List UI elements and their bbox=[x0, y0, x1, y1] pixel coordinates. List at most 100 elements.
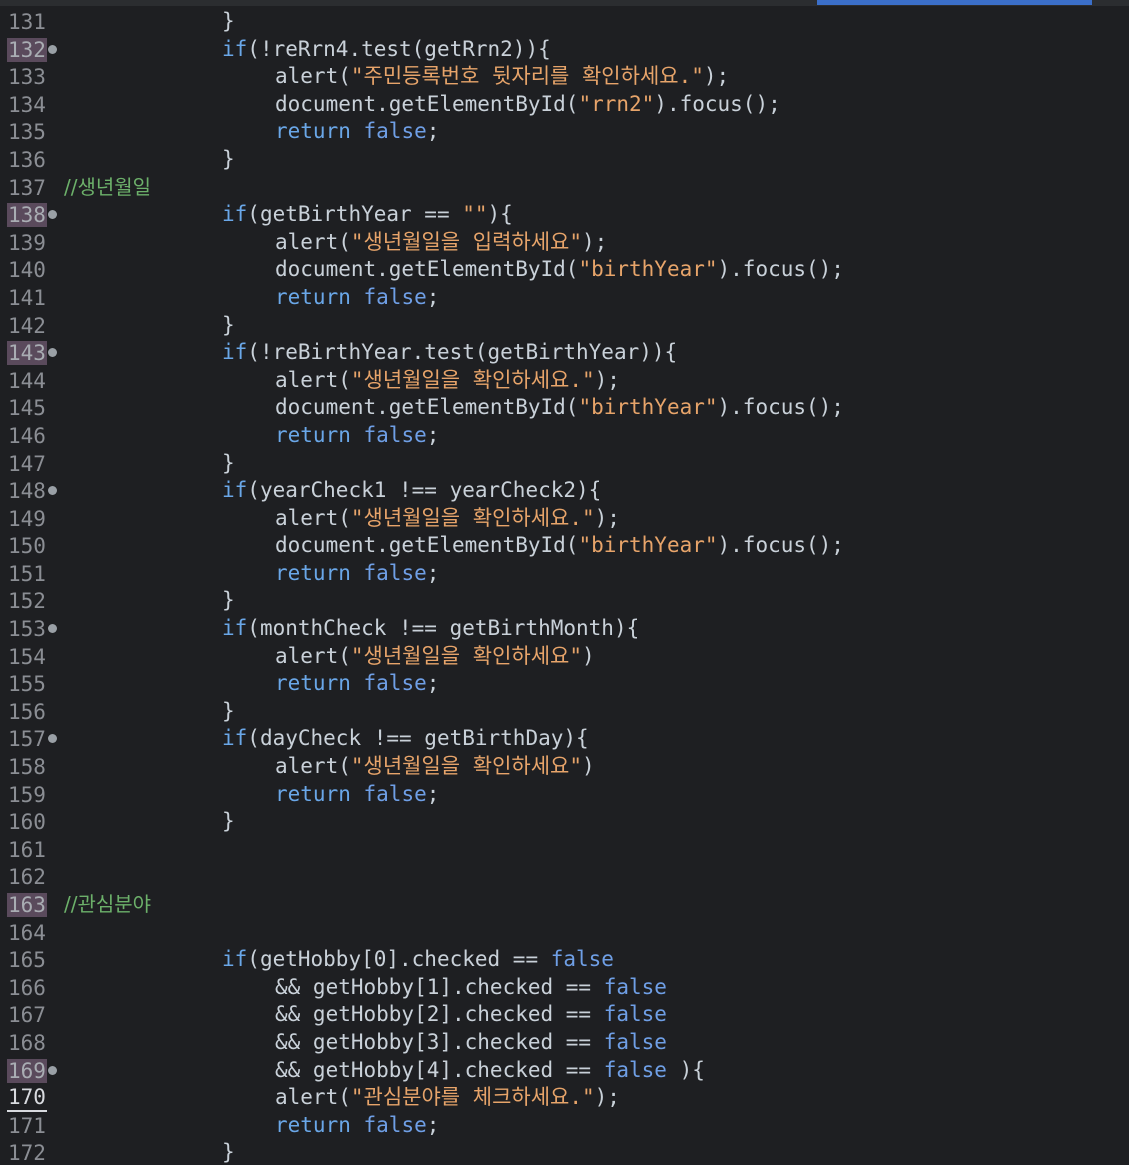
code-text[interactable]: } bbox=[222, 8, 235, 36]
code-text[interactable]: } bbox=[222, 587, 235, 615]
code-line[interactable]: 156} bbox=[0, 698, 1129, 726]
fold-toggle-icon[interactable] bbox=[48, 1065, 57, 1075]
code-line[interactable]: 141 return false; bbox=[0, 284, 1129, 312]
code-text[interactable]: alert("생년월일을 확인하세요."); bbox=[275, 505, 620, 533]
code-text[interactable]: if(yearCheck1 !== yearCheck2){ bbox=[222, 477, 601, 505]
line-gutter[interactable]: 135 bbox=[0, 118, 60, 146]
line-gutter[interactable]: 165 bbox=[0, 946, 60, 974]
line-gutter[interactable]: 144 bbox=[0, 367, 60, 395]
code-line[interactable]: 136} bbox=[0, 146, 1129, 174]
code-line[interactable]: 154 alert("생년월일을 확인하세요") bbox=[0, 643, 1129, 671]
code-text[interactable]: && getHobby[3].checked == false bbox=[275, 1029, 667, 1057]
code-line[interactable]: 144 alert("생년월일을 확인하세요."); bbox=[0, 367, 1129, 395]
code-line[interactable]: 172} bbox=[0, 1139, 1129, 1165]
code-line[interactable]: 163 //관심분야 bbox=[0, 891, 1129, 919]
code-line[interactable]: 145 document.getElementById("birthYear").… bbox=[0, 394, 1129, 422]
code-line[interactable]: 151 return false; bbox=[0, 560, 1129, 588]
code-line[interactable]: 140 document.getElementById("birthYear").… bbox=[0, 256, 1129, 284]
line-gutter[interactable]: 149 bbox=[0, 505, 60, 533]
code-line[interactable]: 166 && getHobby[1].checked == false bbox=[0, 974, 1129, 1002]
code-line[interactable]: 137 //생년월일 bbox=[0, 174, 1129, 202]
fold-toggle-icon[interactable] bbox=[48, 210, 57, 220]
code-text[interactable]: //관심분야 bbox=[64, 891, 151, 919]
line-gutter[interactable]: 138 bbox=[0, 201, 60, 229]
code-text[interactable]: alert("주민등록번호 뒷자리를 확인하세요."); bbox=[275, 63, 729, 91]
fold-toggle-icon[interactable] bbox=[48, 624, 57, 634]
code-line[interactable]: 138 if(getBirthYear == ""){ bbox=[0, 201, 1129, 229]
code-line[interactable]: 171 return false; bbox=[0, 1112, 1129, 1140]
code-editor[interactable]: 131} 132 if(!reRrn4.test(getRrn2)){133 aler… bbox=[0, 0, 1129, 1165]
code-line[interactable]: 168 && getHobby[3].checked == false bbox=[0, 1029, 1129, 1057]
line-gutter[interactable]: 132 bbox=[0, 36, 60, 64]
code-line[interactable]: 147} bbox=[0, 450, 1129, 478]
line-gutter[interactable]: 151 bbox=[0, 560, 60, 588]
code-text[interactable]: return false; bbox=[275, 1112, 439, 1140]
line-gutter[interactable]: 171 bbox=[0, 1112, 60, 1140]
code-text[interactable]: return false; bbox=[275, 560, 439, 588]
code-line[interactable]: 165 if(getHobby[0].checked == false bbox=[0, 946, 1129, 974]
code-line[interactable]: 155 return false; bbox=[0, 670, 1129, 698]
code-line[interactable]: 146 return false; bbox=[0, 422, 1129, 450]
code-line[interactable]: 148 if(yearCheck1 !== yearCheck2){ bbox=[0, 477, 1129, 505]
line-gutter[interactable]: 153 bbox=[0, 615, 60, 643]
code-text[interactable]: if(dayCheck !== getBirthDay){ bbox=[222, 725, 589, 753]
line-gutter[interactable]: 148 bbox=[0, 477, 60, 505]
code-text[interactable]: return false; bbox=[275, 422, 439, 450]
code-text[interactable]: if(monthCheck !== getBirthMonth){ bbox=[222, 615, 639, 643]
code-line[interactable]: 153 if(monthCheck !== getBirthMonth){ bbox=[0, 615, 1129, 643]
line-gutter[interactable]: 159 bbox=[0, 781, 60, 809]
line-gutter[interactable]: 167 bbox=[0, 1001, 60, 1029]
code-line[interactable]: 157 if(dayCheck !== getBirthDay){ bbox=[0, 725, 1129, 753]
code-line[interactable]: 135 return false; bbox=[0, 118, 1129, 146]
code-line[interactable]: 150 document.getElementById("birthYear").… bbox=[0, 532, 1129, 560]
code-text[interactable]: } bbox=[222, 450, 235, 478]
line-gutter[interactable]: 131 bbox=[0, 8, 60, 36]
code-text[interactable]: && getHobby[2].checked == false bbox=[275, 1001, 667, 1029]
code-line[interactable]: 133 alert("주민등록번호 뒷자리를 확인하세요."); bbox=[0, 63, 1129, 91]
fold-toggle-icon[interactable] bbox=[48, 486, 57, 496]
line-gutter[interactable]: 140 bbox=[0, 256, 60, 284]
code-text[interactable]: return false; bbox=[275, 284, 439, 312]
line-gutter[interactable]: 152 bbox=[0, 587, 60, 615]
line-gutter[interactable]: 157 bbox=[0, 725, 60, 753]
code-text[interactable]: document.getElementById("birthYear").foc… bbox=[275, 256, 844, 284]
code-text[interactable]: alert("생년월일을 입력하세요"); bbox=[275, 229, 607, 257]
code-line[interactable]: 158 alert("생년월일을 확인하세요") bbox=[0, 753, 1129, 781]
code-text[interactable]: } bbox=[222, 312, 235, 340]
code-text[interactable]: //생년월일 bbox=[64, 174, 151, 202]
code-line[interactable]: 162 bbox=[0, 863, 1129, 891]
fold-toggle-icon[interactable] bbox=[48, 348, 57, 358]
line-gutter[interactable]: 160 bbox=[0, 808, 60, 836]
code-line[interactable]: 143 if(!reBirthYear.test(getBirthYear)){ bbox=[0, 339, 1129, 367]
code-text[interactable]: if(!reBirthYear.test(getBirthYear)){ bbox=[222, 339, 677, 367]
code-area[interactable]: 131} 132 if(!reRrn4.test(getRrn2)){133 aler… bbox=[0, 8, 1129, 1165]
code-text[interactable]: && getHobby[1].checked == false bbox=[275, 974, 667, 1002]
line-gutter[interactable]: 169 bbox=[0, 1057, 60, 1085]
code-line[interactable]: 161 bbox=[0, 836, 1129, 864]
fold-toggle-icon[interactable] bbox=[48, 734, 57, 744]
code-line[interactable]: 134 document.getElementById("rrn2").focus… bbox=[0, 91, 1129, 119]
line-gutter[interactable]: 168 bbox=[0, 1029, 60, 1057]
line-gutter[interactable]: 143 bbox=[0, 339, 60, 367]
code-line[interactable]: 149 alert("생년월일을 확인하세요."); bbox=[0, 505, 1129, 533]
code-line[interactable]: 139 alert("생년월일을 입력하세요"); bbox=[0, 229, 1129, 257]
line-gutter[interactable]: 142 bbox=[0, 312, 60, 340]
code-text[interactable]: if(getBirthYear == ""){ bbox=[222, 201, 513, 229]
code-line[interactable]: 160} bbox=[0, 808, 1129, 836]
line-gutter[interactable]: 136 bbox=[0, 146, 60, 174]
line-gutter[interactable]: 139 bbox=[0, 229, 60, 257]
code-text[interactable]: } bbox=[222, 1139, 235, 1165]
code-text[interactable]: alert("생년월일을 확인하세요") bbox=[275, 753, 595, 781]
code-text[interactable]: if(getHobby[0].checked == false bbox=[222, 946, 614, 974]
code-text[interactable]: } bbox=[222, 146, 235, 174]
code-text[interactable]: alert("생년월일을 확인하세요."); bbox=[275, 367, 620, 395]
line-gutter[interactable]: 154 bbox=[0, 643, 60, 671]
code-text[interactable]: document.getElementById("birthYear").foc… bbox=[275, 532, 844, 560]
code-line[interactable]: 152} bbox=[0, 587, 1129, 615]
line-gutter[interactable]: 134 bbox=[0, 91, 60, 119]
line-gutter[interactable]: 146 bbox=[0, 422, 60, 450]
scroll-position-indicator[interactable] bbox=[817, 0, 1092, 5]
fold-toggle-icon[interactable] bbox=[48, 44, 57, 54]
code-text[interactable]: && getHobby[4].checked == false ){ bbox=[275, 1057, 705, 1085]
line-gutter[interactable]: 158 bbox=[0, 753, 60, 781]
